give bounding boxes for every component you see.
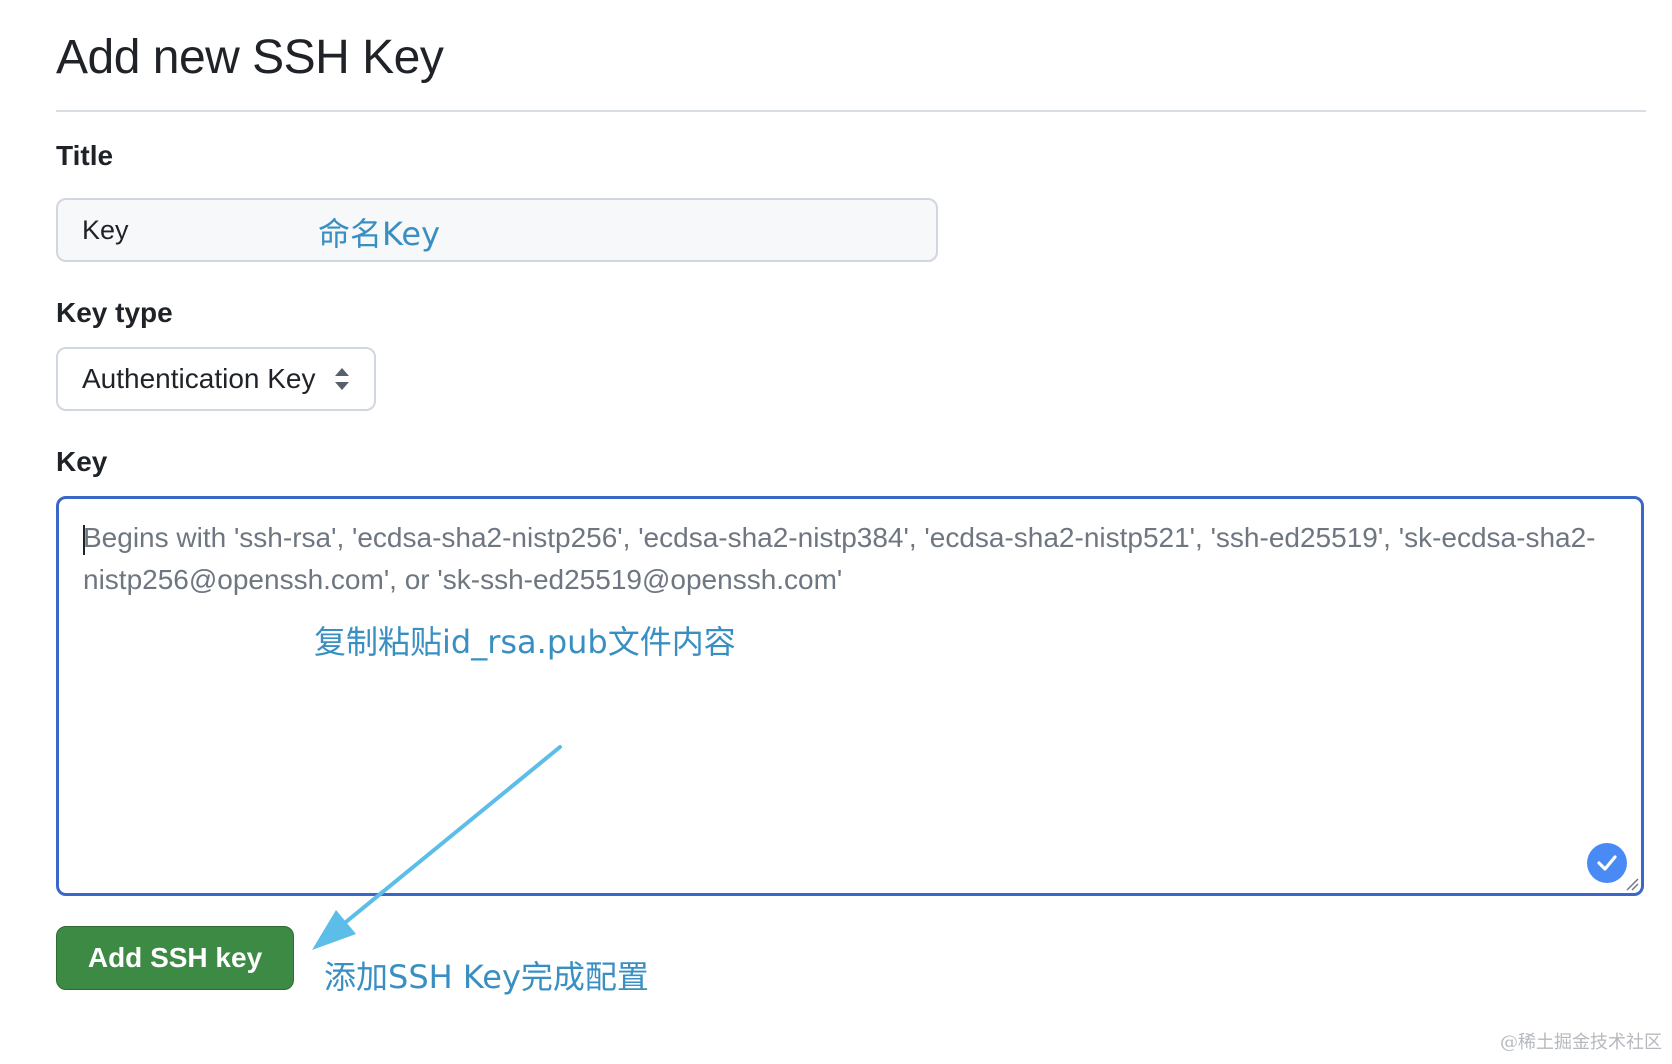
up-down-caret-icon [334, 368, 350, 390]
key-type-selected-value: Authentication Key [82, 363, 316, 394]
key-label: Key [56, 446, 108, 477]
key-type-label: Key type [56, 297, 173, 328]
key-type-select[interactable]: Authentication Key [56, 347, 376, 411]
title-label: Title [56, 140, 114, 171]
page-title: Add new SSH Key [56, 31, 444, 84]
annotation-add-complete: 添加SSH Key完成配置 [324, 958, 649, 996]
annotation-paste-content: 复制粘贴id_rsa.pub文件内容 [314, 623, 736, 661]
annotation-name-key: 命名Key [318, 215, 441, 253]
key-textarea[interactable] [59, 499, 1641, 893]
title-divider [56, 110, 1646, 112]
text-cursor [83, 525, 85, 555]
resize-handle-icon[interactable] [1625, 877, 1639, 891]
key-textarea-container [56, 496, 1644, 896]
add-ssh-key-button[interactable]: Add SSH key [56, 926, 294, 990]
watermark: @稀土掘金技术社区 [1500, 1032, 1662, 1053]
title-input[interactable] [56, 198, 938, 262]
checkmark-icon [1587, 843, 1627, 883]
page: Add new SSH Key Title 命名Key Key type Aut… [0, 0, 1672, 1064]
